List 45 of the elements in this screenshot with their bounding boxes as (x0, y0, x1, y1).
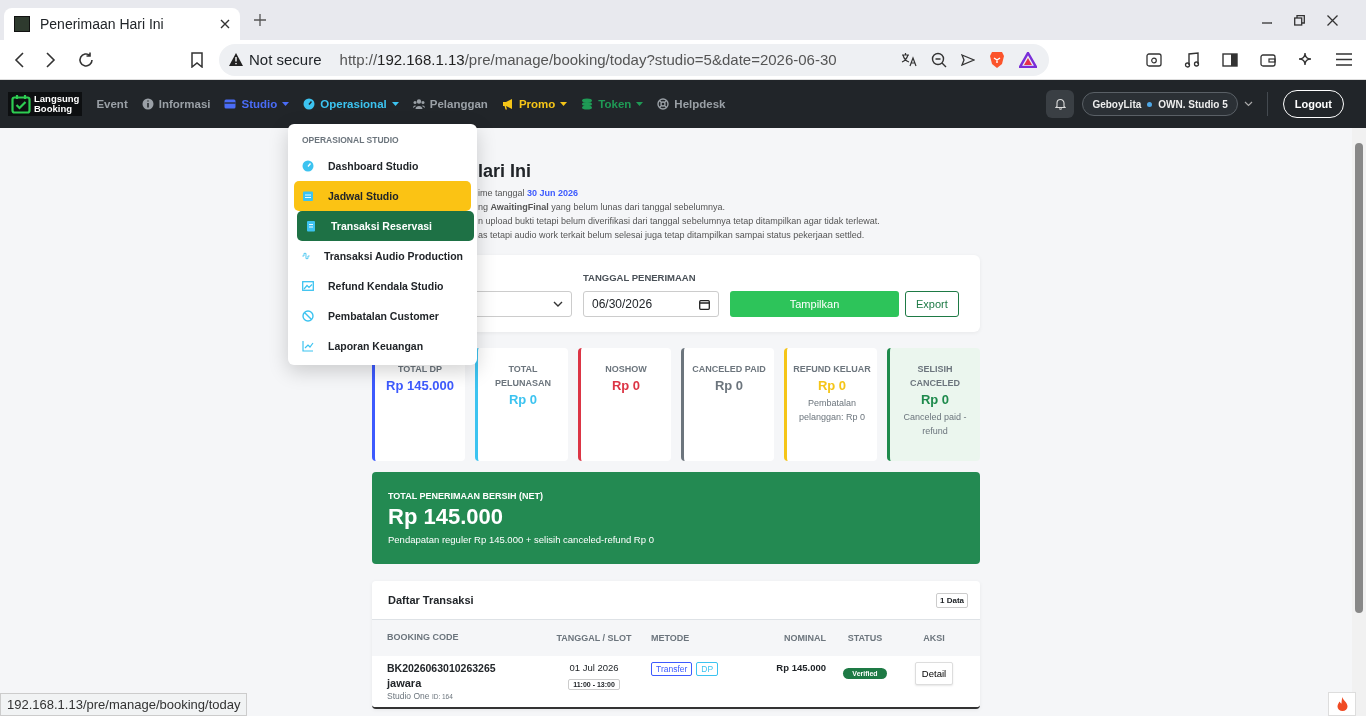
column-header: TANGGAL / SLOT (555, 633, 633, 643)
logo-text: Langsung Booking (34, 94, 80, 114)
stat-value: Rp 0 (919, 392, 951, 407)
status-url: 192.168.1.13/pre/manage/booking/today (0, 693, 248, 716)
customer-name: jawara (387, 677, 423, 689)
stat-note: Pembatalan pelanggan: Rp 0 (797, 397, 867, 424)
column-header: STATUS (846, 633, 884, 643)
column-header: NOMINAL (783, 633, 826, 643)
url-text: http://192.168.1.13/pre/manage/booking/today?studio=5&date=2026-06-30 (339, 51, 837, 68)
stat-value: Rp 0 (713, 378, 745, 393)
note-text: as tetapi audio work terkait belum selesai juga tetap ditampilkan sampai status pekerjaan settled. (478, 229, 866, 242)
stat-note: Canceled paid - refund (902, 411, 968, 438)
menu-header: OPERASIONAL STUDIO (301, 134, 400, 147)
count-badge: 1 Data (936, 592, 968, 608)
date-info: ime tanggal 30 Jun 2026 (478, 187, 580, 200)
booking-date: 01 Jul 2026 (568, 662, 620, 673)
note-text: n upload bukti tetapi belum diverifikasi dari tanggal sebelumnya tetap ditampilkan agar tidak terlewat. (478, 215, 881, 228)
username: GeboyLita (1092, 98, 1142, 110)
note-text: ng AwaitingFinal yang belum lunas dari tanggal sebelumnya. (478, 201, 726, 214)
table-title: Daftar Transaksi (388, 594, 474, 606)
net-label: TOTAL PENERIMAAN BERSIH (NET) (388, 491, 544, 501)
stat-value: Rp 0 (610, 378, 642, 393)
field-label: TANGGAL PENERIMAAN (583, 272, 697, 283)
page-title: lari Ini (478, 160, 532, 182)
stat-value: Rp 145.000 (385, 378, 455, 393)
stat-label: TOTAL PELUNASAN (494, 363, 552, 390)
method-tag: Transfer (651, 662, 693, 676)
column-header: AKSI (922, 633, 946, 643)
column-header: METODE (651, 633, 691, 643)
tab-title: Penerimaan Hari Ini (40, 16, 165, 32)
column-header: BOOKING CODE (387, 632, 460, 642)
method-tag: DP (696, 662, 719, 676)
stat-label: SELISIH CANCELED (909, 363, 961, 390)
security-label: Not secure (249, 51, 322, 68)
stat-label: CANCELED PAID (691, 363, 767, 376)
user-role: OWN. Studio 5 (1158, 98, 1228, 110)
booking-code: BK2026063010263265 (387, 662, 497, 674)
stat-label: REFUND KELUAR (793, 363, 871, 376)
stat-value: Rp 0 (816, 378, 848, 393)
stat-value: Rp 0 (507, 392, 539, 407)
net-value: Rp 145.000 (388, 504, 504, 530)
stat-label: NOSHOW (604, 363, 648, 376)
nominal-amount: Rp 145.000 (775, 662, 826, 673)
stat-label: TOTAL DP (397, 363, 443, 376)
net-detail: Pendapatan reguler Rp 145.000 + selisih canceled-refund Rp 0 (388, 534, 655, 545)
